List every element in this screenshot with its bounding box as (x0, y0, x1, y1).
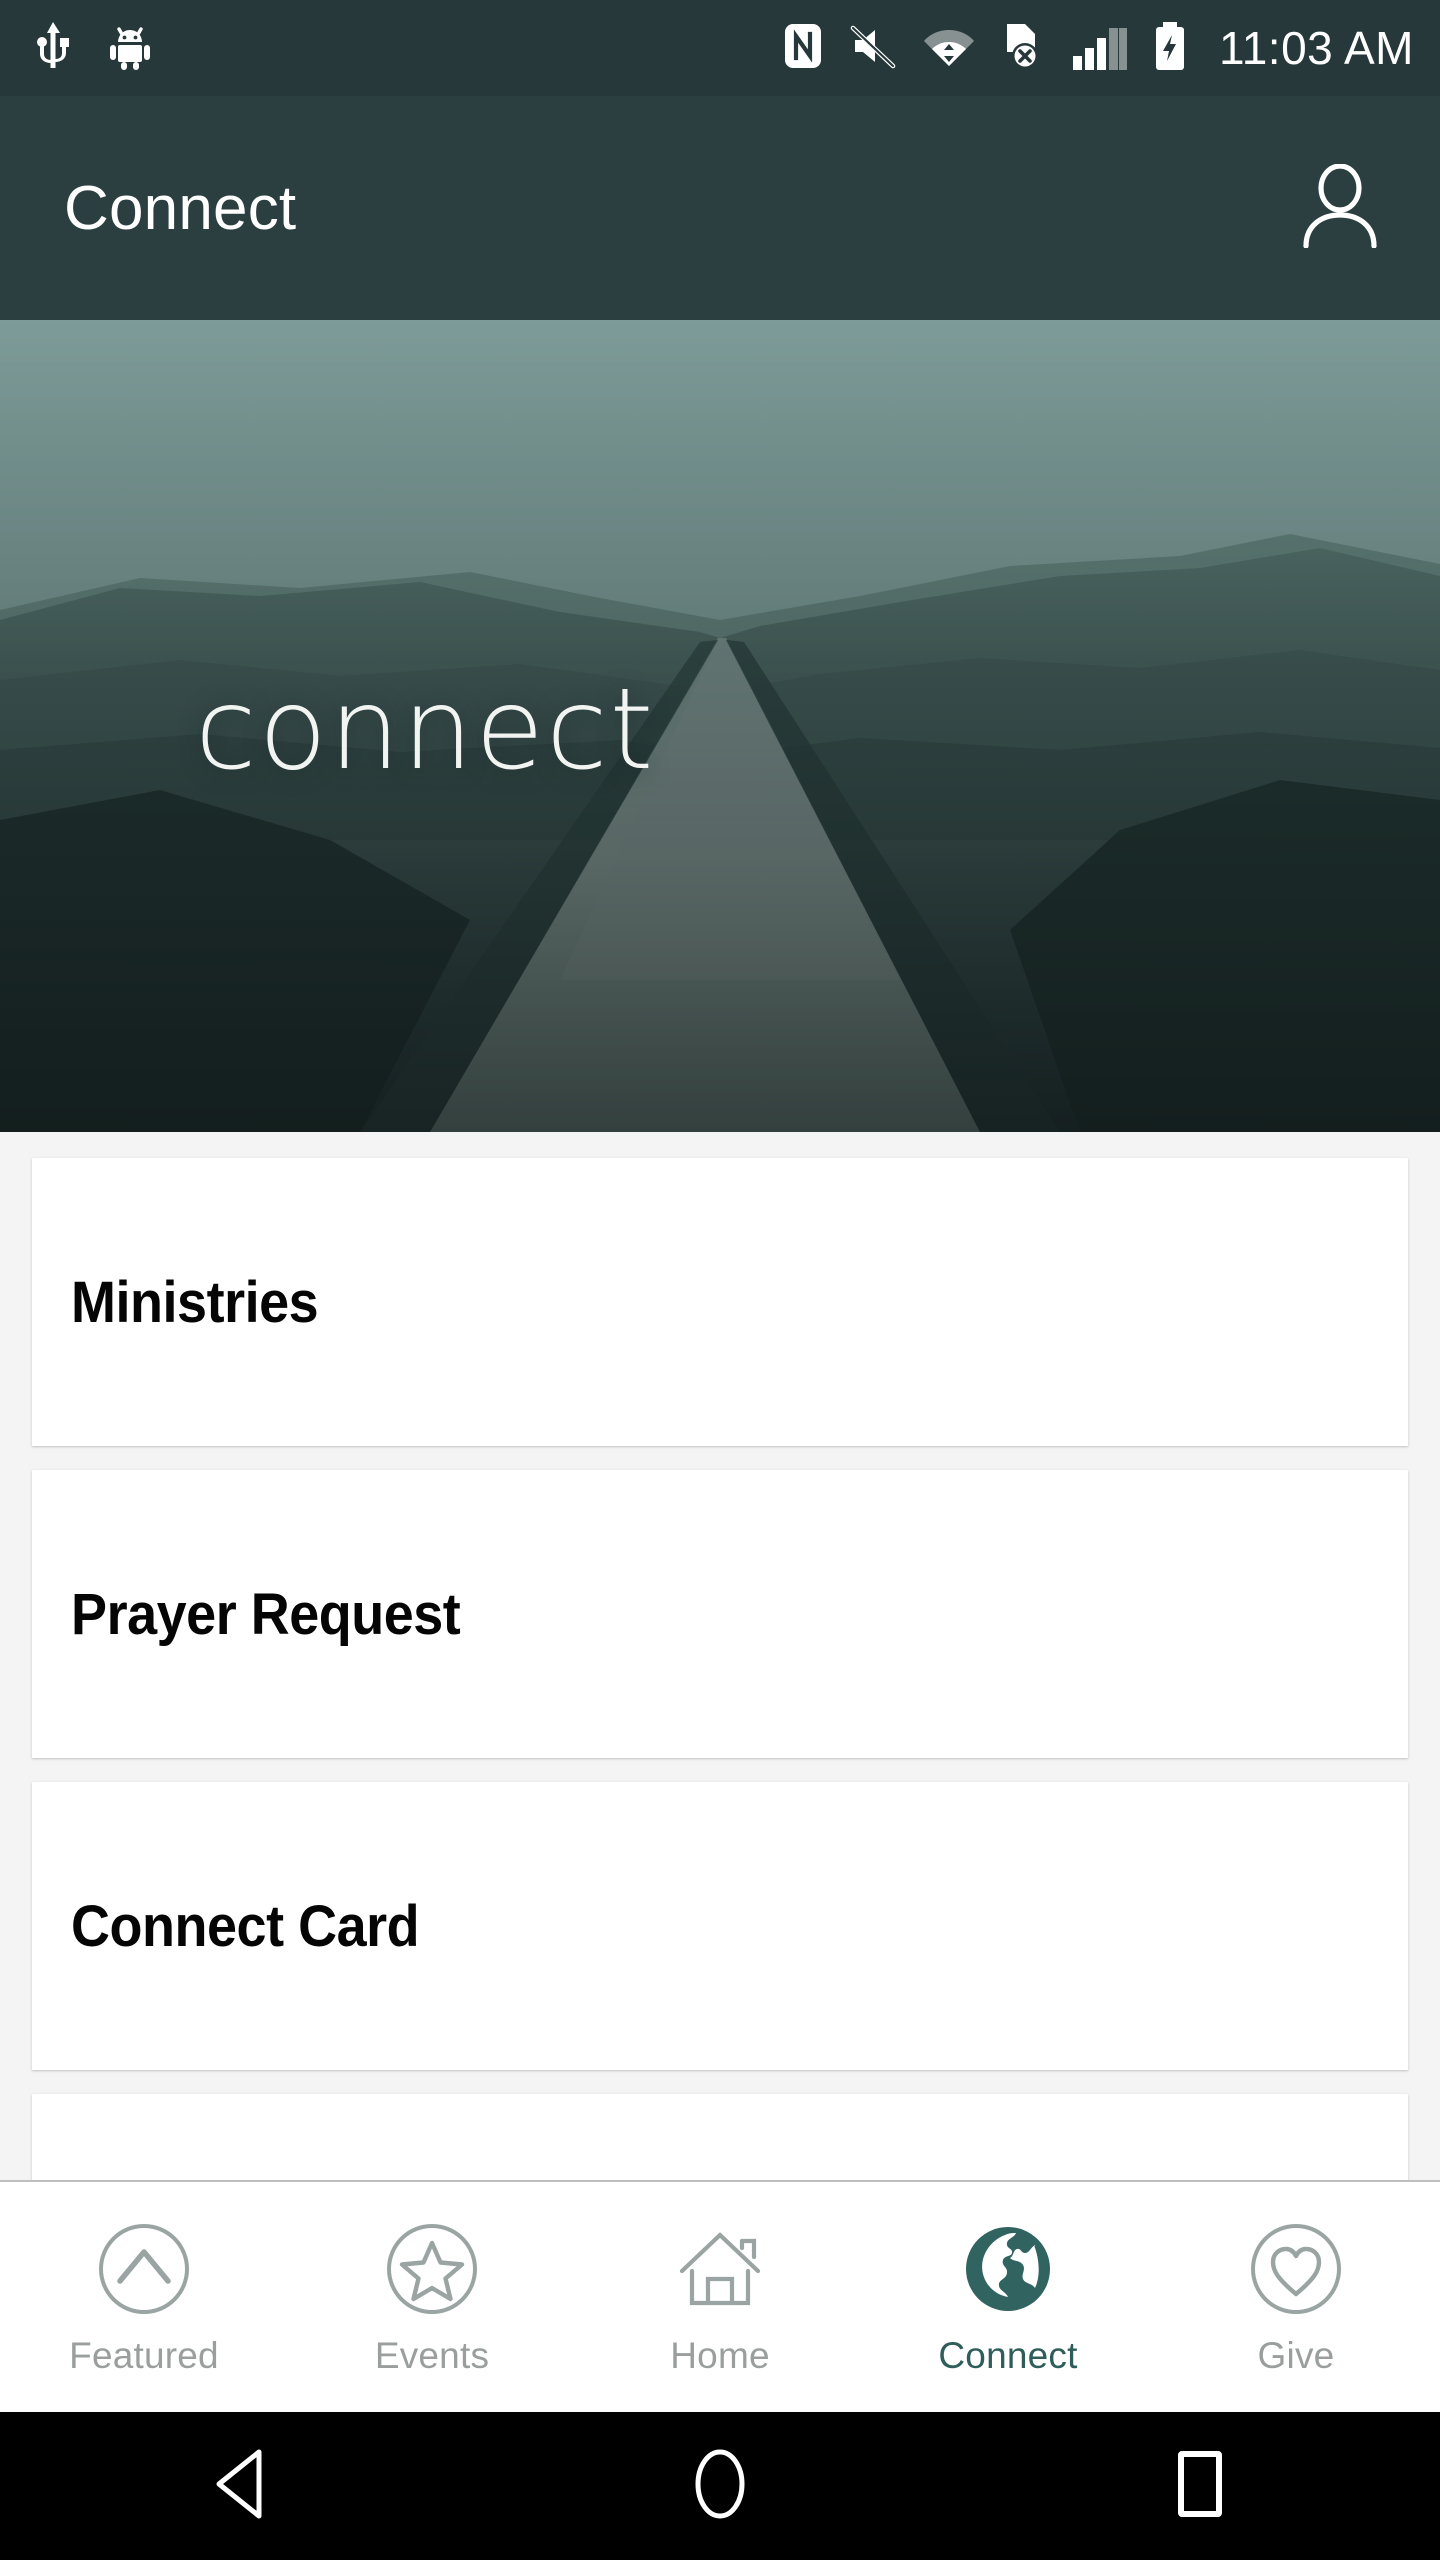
hero-banner[interactable]: connect (0, 320, 1440, 1132)
battery-charging-icon (1153, 21, 1187, 75)
globe-icon (956, 2217, 1060, 2321)
tab-give[interactable]: Give (1152, 2182, 1440, 2412)
back-button[interactable] (150, 2412, 330, 2560)
person-icon (1299, 162, 1381, 253)
tab-featured[interactable]: Featured (0, 2182, 288, 2412)
nfc-icon (783, 22, 823, 75)
status-bar-left-icons (34, 21, 154, 75)
connect-list[interactable]: Ministries Prayer Request Connect Card (0, 1132, 1440, 2232)
usb-icon (34, 21, 72, 75)
tab-label: Connect (938, 2335, 1078, 2376)
page-title: Connect (64, 173, 297, 243)
list-item[interactable]: Connect Card (32, 1782, 1408, 2070)
list-item[interactable]: Prayer Request (32, 1470, 1408, 1758)
bottom-tab-bar: Featured Events Home Connect Give (0, 2180, 1440, 2412)
android-debug-icon (106, 22, 154, 75)
status-bar: 11:03 AM (0, 0, 1440, 96)
system-navigation-bar (0, 2412, 1440, 2560)
tab-label: Events (374, 2335, 490, 2376)
status-bar-clock: 11:03 AM (1219, 22, 1414, 74)
tab-connect[interactable]: Connect (864, 2182, 1152, 2412)
list-item-label: Connect Card (71, 1893, 420, 1959)
wifi-icon (923, 22, 975, 75)
triangle-left-icon (207, 2446, 273, 2527)
tab-label: Give (1257, 2335, 1335, 2376)
heart-circle-icon (1244, 2217, 1348, 2321)
list-item[interactable]: Ministries (32, 1158, 1408, 1446)
tab-label: Featured (69, 2335, 219, 2376)
recents-button[interactable] (1110, 2412, 1290, 2560)
signal-bars-icon (1073, 22, 1128, 75)
chevron-up-circle-icon (92, 2217, 196, 2321)
house-icon (668, 2217, 772, 2321)
circle-icon (685, 2446, 755, 2527)
square-icon (1168, 2446, 1232, 2527)
status-bar-right-icons: 11:03 AM (783, 21, 1414, 75)
tab-label: Home (670, 2335, 770, 2376)
app-bar: Connect (0, 96, 1440, 320)
tab-home[interactable]: Home (576, 2182, 864, 2412)
tab-events[interactable]: Events (288, 2182, 576, 2412)
list-item-label: Prayer Request (71, 1581, 461, 1647)
hero-wordmark: connect (195, 665, 656, 796)
profile-button[interactable] (1280, 148, 1400, 268)
sim-card-error-icon (1001, 22, 1047, 75)
list-item-label: Ministries (71, 1269, 319, 1335)
star-circle-icon (380, 2217, 484, 2321)
volume-muted-icon (849, 22, 897, 75)
home-button[interactable] (630, 2412, 810, 2560)
